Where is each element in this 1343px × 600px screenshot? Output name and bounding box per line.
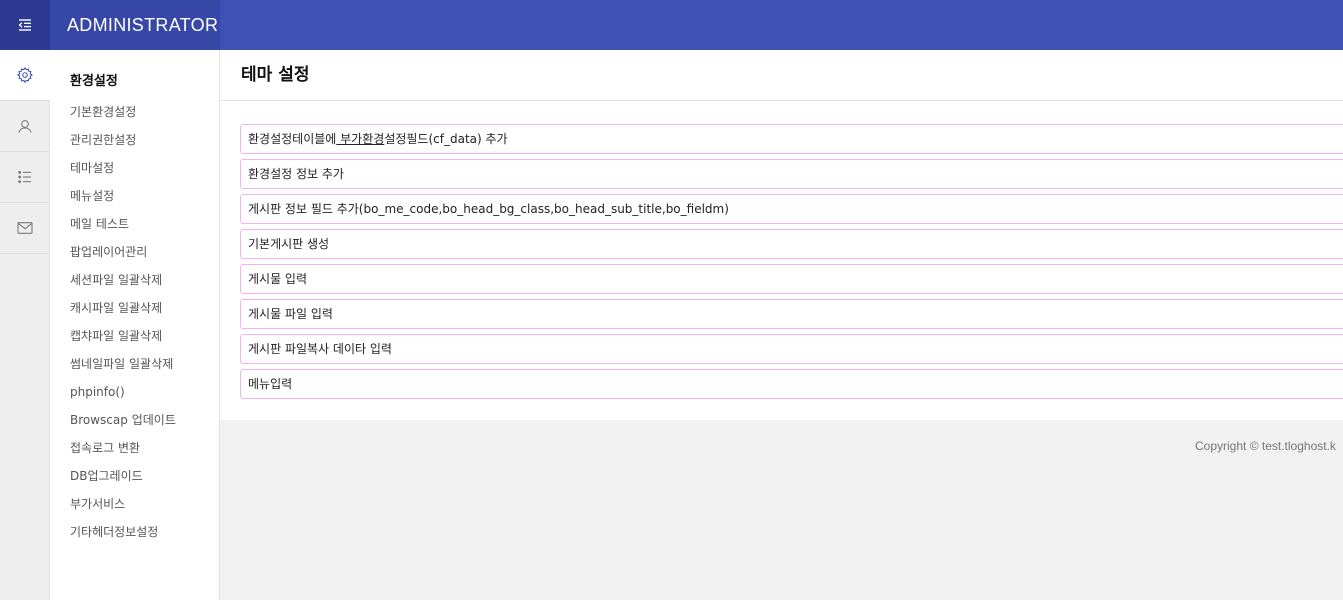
action-insert-post-files-button[interactable]: 게시물 파일 입력 [240, 299, 1343, 329]
list-icon [18, 170, 31, 184]
sidebar-item-menu[interactable]: 메뉴설정 [50, 182, 219, 210]
app-title[interactable]: ADMINISTRATOR [50, 0, 220, 50]
sidebar-item-admin-auth[interactable]: 관리권한설정 [50, 126, 219, 154]
icon-sidebar [0, 50, 50, 600]
sidebar-item-popup-layer[interactable]: 팝업레이어관리 [50, 238, 219, 266]
sidebar-item-theme[interactable]: 테마설정 [50, 154, 219, 182]
sidebar-item-visit-log[interactable]: 접속로그 변환 [50, 434, 219, 462]
menu-toggle-button[interactable] [0, 0, 50, 50]
main-content: 테마 설정 환경설정테이블에 부가환경설정필드(cf_data) 추가 환경설정… [220, 50, 1343, 600]
sidebar-item-mail-test[interactable]: 메일 테스트 [50, 210, 219, 238]
sidebar-item-basic-config[interactable]: 기본환경설정 [50, 98, 219, 126]
sidebar-item-db-upgrade[interactable]: DB업그레이드 [50, 462, 219, 490]
action-label-after: 설정필드(cf_data) 추가 [384, 132, 508, 146]
footer-copyright: Copyright © test.tloghost.k [1195, 439, 1336, 453]
menu-collapse-icon [18, 19, 31, 31]
page-header: 테마 설정 [220, 50, 1343, 101]
page-title: 테마 설정 [241, 65, 310, 85]
action-label-underlined: 부가환경 [336, 132, 385, 146]
sidebar-item-browscap[interactable]: Browscap 업데이트 [50, 406, 219, 434]
sidebar-menu: 기본환경설정 관리권한설정 테마설정 메뉴설정 메일 테스트 팝업레이어관리 세… [50, 98, 219, 546]
top-bar: ADMINISTRATOR [0, 0, 1343, 50]
action-add-config-field-button[interactable]: 환경설정테이블에 부가환경설정필드(cf_data) 추가 [240, 124, 1343, 154]
iconbar-settings[interactable] [0, 50, 50, 101]
sidebar-title: 환경설정 [70, 74, 118, 89]
sidebar-item-captcha-delete[interactable]: 캡챠파일 일괄삭제 [50, 322, 219, 350]
sidebar-item-header-info[interactable]: 기타헤더정보설정 [50, 518, 219, 546]
sidebar-item-phpinfo[interactable]: phpinfo() [50, 378, 219, 406]
sidebar-item-session-delete[interactable]: 세션파일 일괄삭제 [50, 266, 219, 294]
user-icon [18, 120, 32, 133]
iconbar-board[interactable] [0, 152, 50, 203]
action-insert-board-file-copy-button[interactable]: 게시판 파일복사 데이타 입력 [240, 334, 1343, 364]
action-insert-posts-button[interactable]: 게시물 입력 [240, 264, 1343, 294]
sidebar-item-cache-delete[interactable]: 캐시파일 일괄삭제 [50, 294, 219, 322]
gear-icon [16, 66, 33, 84]
iconbar-members[interactable] [0, 101, 50, 152]
action-add-config-info-button[interactable]: 환경설정 정보 추가 [240, 159, 1343, 189]
action-create-default-board-button[interactable]: 기본게시판 생성 [240, 229, 1343, 259]
settings-sidebar: 환경설정 기본환경설정 관리권한설정 테마설정 메뉴설정 메일 테스트 팝업레이… [50, 50, 220, 600]
sidebar-item-services[interactable]: 부가서비스 [50, 490, 219, 518]
action-label-before: 환경설정테이블에 [248, 132, 337, 146]
action-add-board-fields-button[interactable]: 게시판 정보 필드 추가(bo_me_code,bo_head_bg_class… [240, 194, 1343, 224]
iconbar-mail[interactable] [0, 203, 50, 254]
mail-icon [17, 222, 33, 234]
action-insert-menu-button[interactable]: 메뉴입력 [240, 369, 1343, 399]
sidebar-item-thumbnail-delete[interactable]: 썸네일파일 일괄삭제 [50, 350, 219, 378]
theme-action-list: 환경설정테이블에 부가환경설정필드(cf_data) 추가 환경설정 정보 추가… [220, 101, 1343, 420]
